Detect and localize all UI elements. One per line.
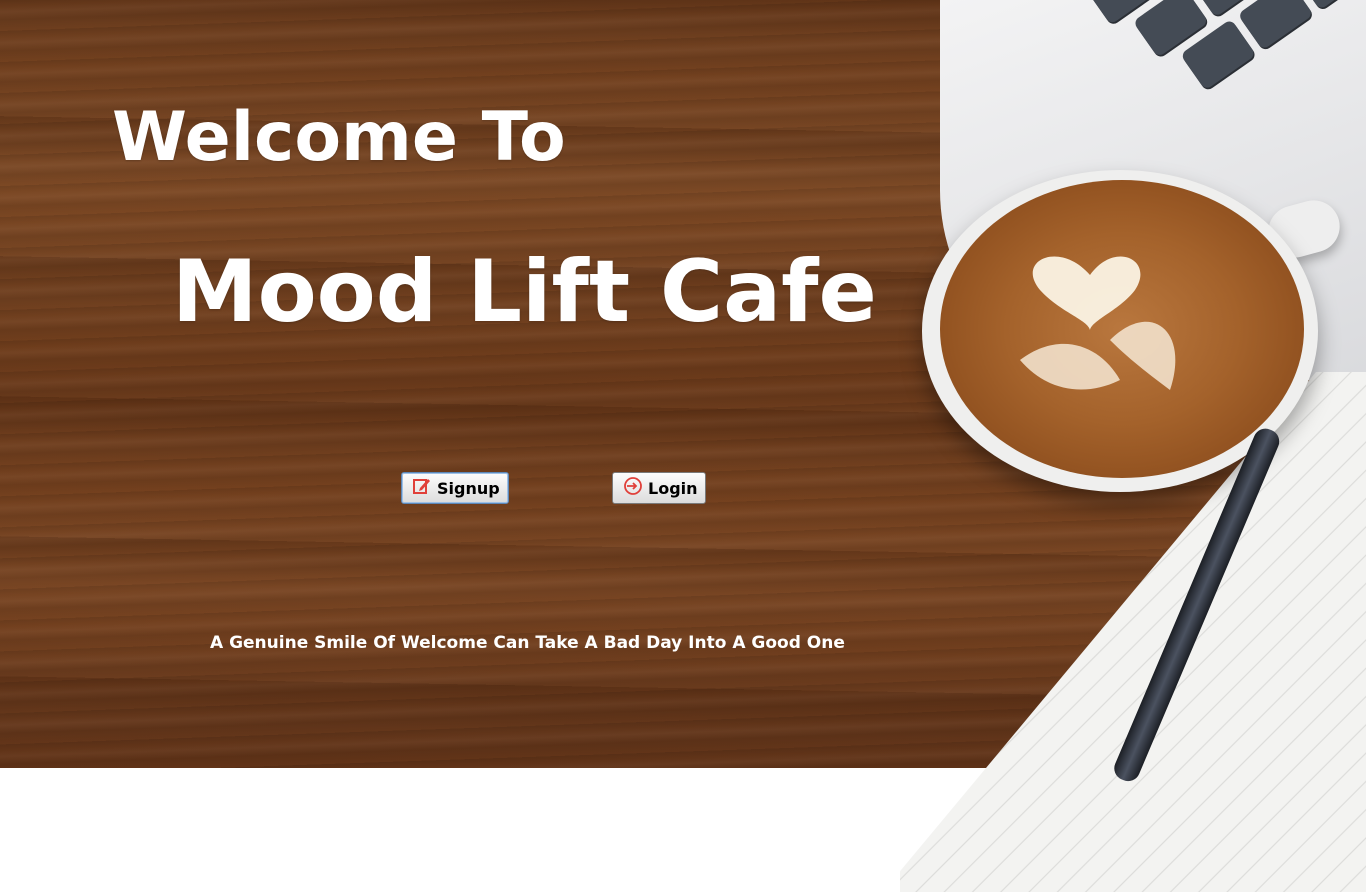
login-button-label: Login xyxy=(648,478,698,498)
signup-button[interactable]: Signup xyxy=(401,472,509,504)
welcome-heading: Welcome To xyxy=(112,98,566,177)
edit-icon xyxy=(412,476,432,500)
tagline-text: A Genuine Smile Of Welcome Can Take A Ba… xyxy=(210,633,845,653)
latte-heart-icon xyxy=(1020,256,1176,390)
cafe-name-heading: Mood Lift Cafe xyxy=(172,242,877,342)
login-icon xyxy=(623,476,643,500)
signup-button-label: Signup xyxy=(437,478,500,498)
latte-art-decoration xyxy=(940,180,1304,478)
login-button[interactable]: Login xyxy=(612,472,706,504)
